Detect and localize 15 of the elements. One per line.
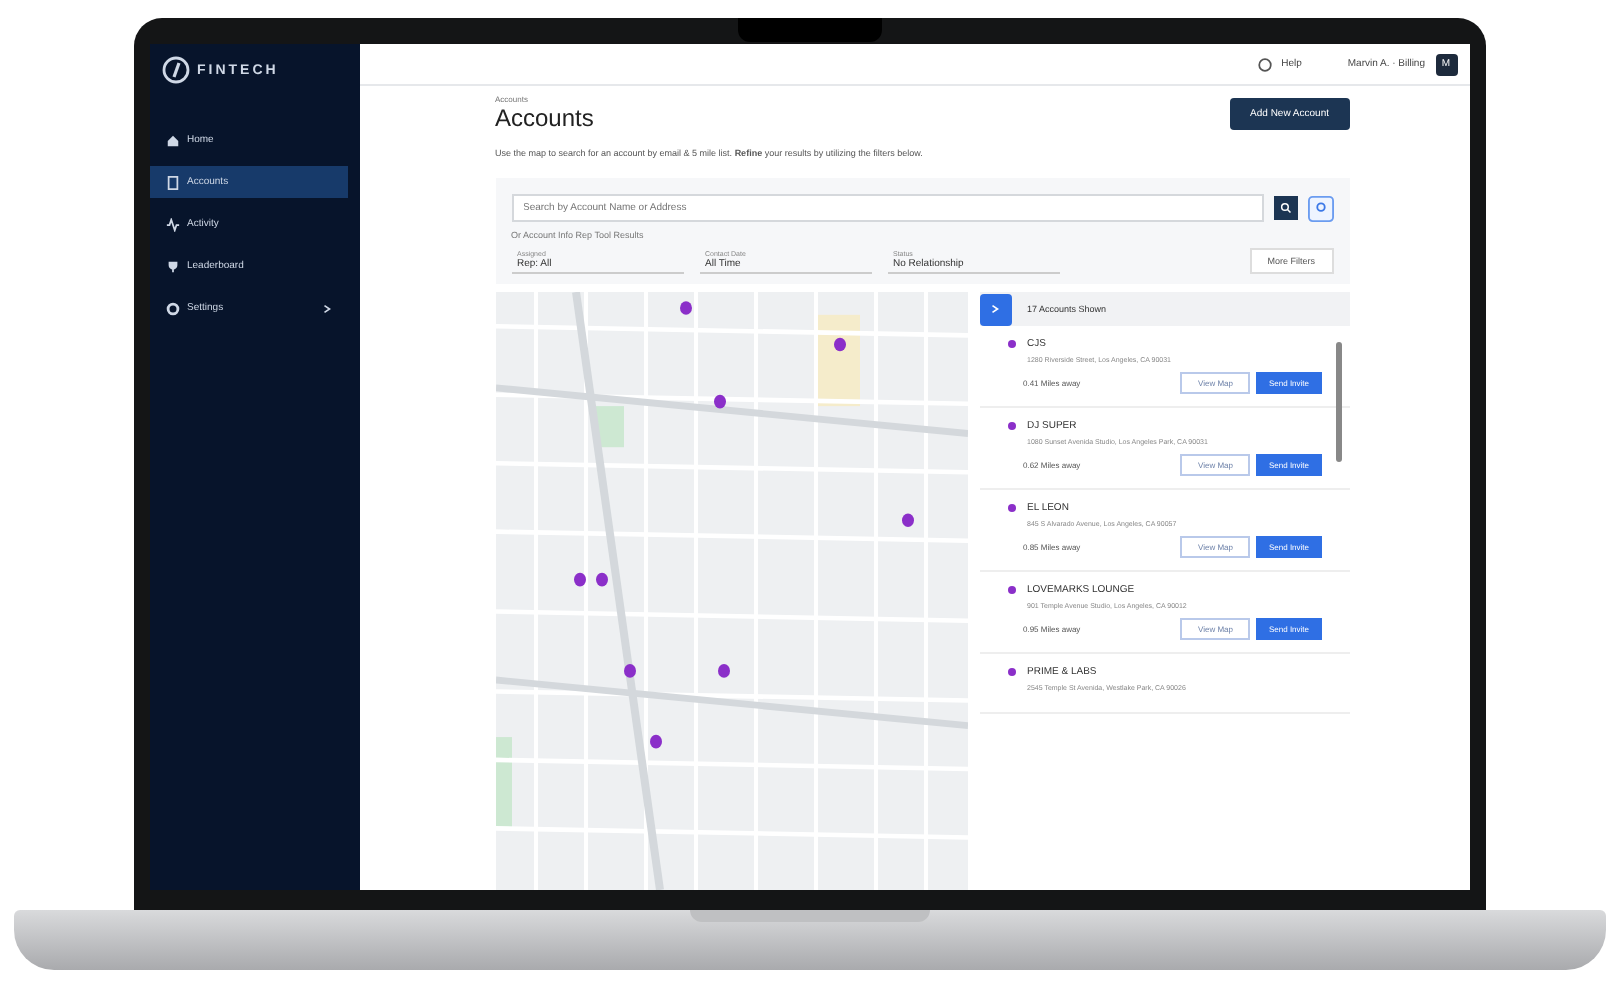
location-icon[interactable]: [1307, 195, 1333, 221]
trophy-icon: [165, 259, 179, 273]
help-icon: [1257, 57, 1272, 71]
collapse-button[interactable]: [979, 293, 1011, 325]
home-icon: [165, 133, 179, 147]
activity-icon: [165, 217, 179, 231]
settings-icon: [165, 301, 179, 315]
logo-icon: [161, 56, 189, 84]
search-icon: [1279, 202, 1291, 214]
chevron-icon: [990, 304, 1000, 314]
page-title: Accounts: [495, 104, 594, 132]
camera-notch: [737, 18, 881, 42]
search-button[interactable]: [1273, 196, 1297, 220]
scrollbar[interactable]: [1335, 342, 1341, 462]
document-icon: [165, 175, 179, 189]
